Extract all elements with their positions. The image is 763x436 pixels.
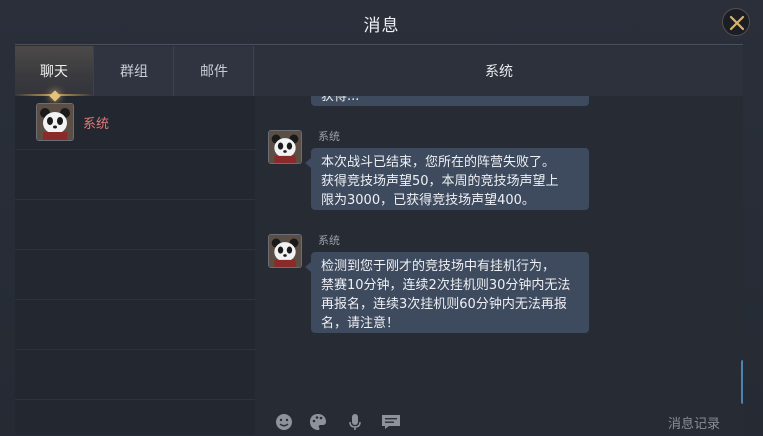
close-icon [729, 15, 745, 31]
message-bubble: 获得... [311, 96, 589, 106]
tab-groups[interactable]: 群组 [95, 46, 174, 96]
list-divider [15, 149, 255, 150]
panda-avatar-icon[interactable] [268, 130, 302, 164]
palette-icon[interactable] [308, 412, 328, 432]
emoji-icon[interactable] [274, 412, 294, 432]
message-line: 获得... [321, 96, 360, 104]
list-divider [15, 199, 255, 200]
chat-bubble-icon[interactable] [380, 412, 400, 432]
messages-window: 消息 聊天 群组 邮件 系统 系统 获得... 系统 本次战斗已结束，您所在的阵… [0, 0, 763, 435]
list-divider [15, 349, 255, 350]
scrollbar-thumb[interactable] [741, 360, 743, 404]
contact-item-system[interactable]: 系统 [15, 98, 255, 148]
title-bar: 消息 [0, 0, 763, 45]
chat-header-title: 系统 [255, 46, 743, 96]
list-divider [15, 399, 255, 400]
message-line: 再报名，连续3次挂机则60分钟内无法再报 [321, 297, 567, 312]
window-title: 消息 [363, 16, 400, 36]
chat-toolbar: 消息记录 [255, 406, 743, 435]
contact-name: 系统 [83, 117, 110, 132]
chat-panel: 系统 获得... 系统 本次战斗已结束，您所在的阵营失败了。 获得竞技场声望50… [255, 46, 743, 435]
message-sender: 系统 [318, 130, 340, 143]
tab-mail[interactable]: 邮件 [175, 46, 254, 96]
list-divider [15, 249, 255, 250]
close-button[interactable] [722, 8, 750, 36]
message-bubble: 本次战斗已结束，您所在的阵营失败了。 获得竞技场声望50，本周的竞技场声望上 限… [305, 148, 589, 210]
title-divider [15, 44, 743, 45]
message-line: 名，请注意！ [321, 316, 400, 331]
microphone-icon[interactable] [345, 412, 365, 432]
message-line: 本次战斗已结束，您所在的阵营失败了。 [321, 155, 556, 170]
message-sender: 系统 [318, 234, 340, 247]
panda-avatar-icon[interactable] [268, 234, 302, 268]
message-line: 禁赛10分钟，连续2次挂机则30分钟内无法 [321, 278, 571, 293]
message-history-link[interactable]: 消息记录 [668, 413, 720, 432]
conversation-sidebar: 聊天 群组 邮件 系统 [15, 46, 255, 435]
message-line: 检测到您于刚才的竞技场中有挂机行为， [321, 259, 556, 274]
panda-avatar-icon [36, 103, 74, 141]
tab-bar: 聊天 群组 邮件 [15, 46, 255, 102]
message-line: 获得竞技场声望50，本周的竞技场声望上 [321, 174, 559, 189]
list-divider [15, 299, 255, 300]
tab-chat[interactable]: 聊天 [15, 46, 94, 96]
message-list[interactable]: 获得... 系统 本次战斗已结束，您所在的阵营失败了。 获得竞技场声望50，本周… [255, 96, 743, 406]
message-line: 限为3000，已获得竞技场声望400。 [321, 193, 535, 208]
message-bubble: 检测到您于刚才的竞技场中有挂机行为， 禁赛10分钟，连续2次挂机则30分钟内无法… [305, 252, 589, 333]
